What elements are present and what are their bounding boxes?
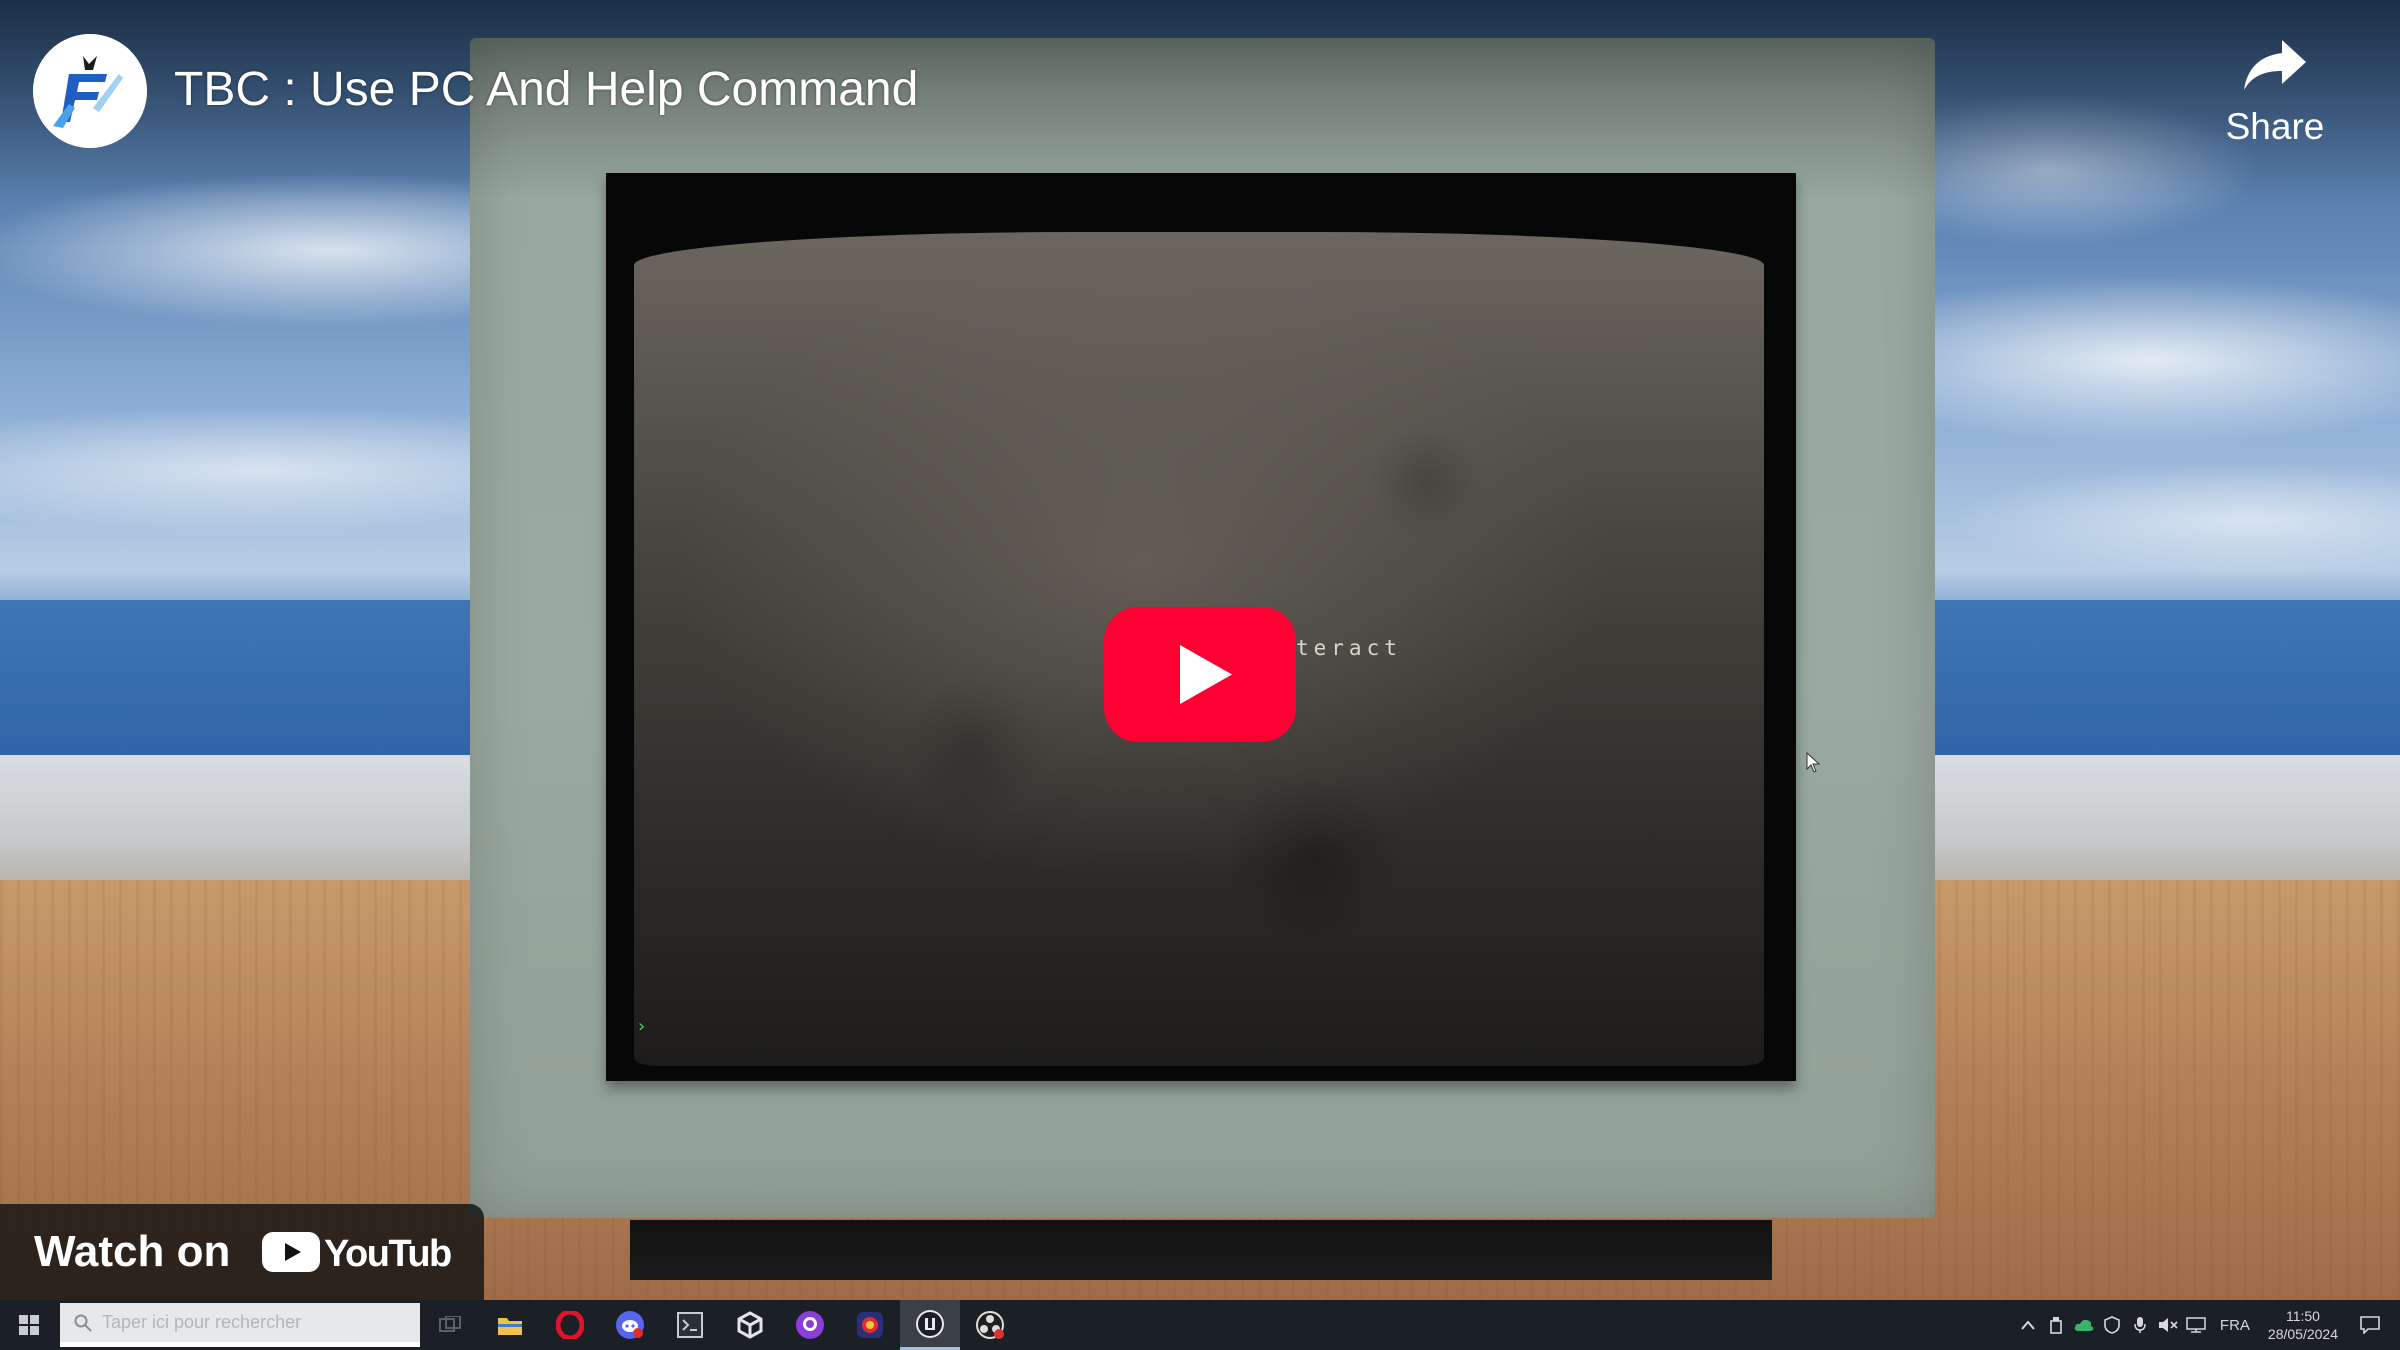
taskbar-search-placeholder: Taper ici pour rechercher — [102, 1312, 302, 1332]
video-title-link[interactable]: TBC : Use PC And Help Command — [174, 62, 918, 117]
windows-start-button — [0, 1300, 58, 1350]
volume-muted-icon — [2154, 1300, 2182, 1350]
youtube-logo-icon: YouTube — [262, 1232, 452, 1275]
clock-date: 28/05/2024 — [2267, 1326, 2338, 1342]
microphone-icon — [2126, 1300, 2154, 1350]
language-indicator: FRA — [2219, 1316, 2250, 1334]
taskbar-search-box: Taper ici pour rechercher — [60, 1303, 420, 1347]
game-icon — [840, 1300, 900, 1350]
shield-icon — [2098, 1300, 2126, 1350]
opera-icon — [540, 1300, 600, 1350]
monitor-stand — [630, 1220, 1772, 1280]
youtube-logo-text: YouTube — [324, 1233, 452, 1275]
windows-taskbar: Taper ici pour rechercher FRA 11:50 28/0… — [0, 1300, 2400, 1350]
share-button[interactable]: Share — [2210, 36, 2340, 166]
youtube-embed-player[interactable]: teract › TBC : Use PC And Help Command S… — [0, 0, 2400, 1350]
search-icon — [74, 1314, 92, 1332]
windows-logo-icon — [19, 1315, 39, 1335]
usb-drive-icon — [2042, 1300, 2070, 1350]
crt-screen-text: teract — [1296, 636, 1402, 660]
github-icon — [780, 1300, 840, 1350]
task-view-icon — [420, 1300, 480, 1350]
share-label: Share — [2225, 106, 2325, 147]
channel-avatar[interactable] — [33, 34, 147, 148]
unity-icon — [720, 1300, 780, 1350]
discord-icon — [600, 1300, 660, 1350]
obs-icon — [960, 1300, 1020, 1350]
terminal-icon — [660, 1300, 720, 1350]
cloud-sync-icon — [2070, 1300, 2098, 1350]
clock-time: 11:50 — [2285, 1308, 2320, 1324]
crt-prompt: › — [636, 1016, 647, 1037]
network-icon — [2182, 1300, 2210, 1350]
file-explorer-icon — [480, 1300, 540, 1350]
play-button[interactable] — [1104, 607, 1296, 742]
share-arrow-icon — [2244, 40, 2306, 90]
watch-on-label: Watch on — [34, 1227, 231, 1276]
system-tray: FRA 11:50 28/05/2024 — [2014, 1300, 2400, 1350]
unreal-icon — [900, 1300, 960, 1350]
mouse-cursor-icon — [1806, 752, 1821, 773]
notification-icon — [2356, 1300, 2384, 1350]
system-clock: 11:50 28/05/2024 — [2268, 1307, 2338, 1343]
channel-logo-icon — [33, 34, 147, 148]
watch-on-youtube-button[interactable]: Watch on YouTube — [0, 1204, 484, 1300]
chevron-up-icon — [2014, 1300, 2042, 1350]
